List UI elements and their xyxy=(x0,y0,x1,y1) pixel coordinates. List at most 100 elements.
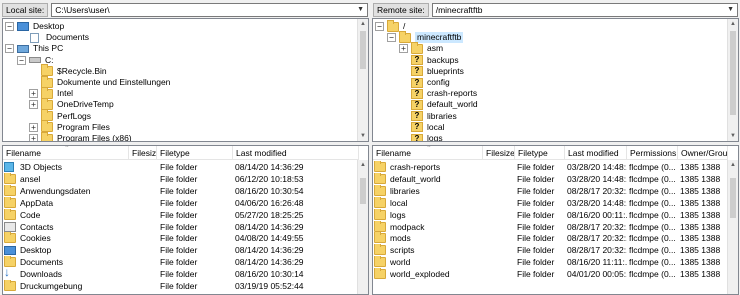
tree-item-label: Desktop xyxy=(33,21,65,31)
local-path-combobox[interactable]: C:\Users\user\ ▼ xyxy=(51,3,368,17)
perms-text: flcdmpe (0... xyxy=(629,257,676,268)
name-text: Desktop xyxy=(20,245,52,256)
local-col-filename[interactable]: ^ Filename xyxy=(3,146,129,160)
file-row[interactable]: logs File folder 08/16/20 00:11:... flcdmpe… xyxy=(373,208,728,221)
sort-up-icon: ^ xyxy=(65,146,69,151)
type-text: File folder xyxy=(160,197,198,208)
remote-col-filename[interactable]: ^ Filename xyxy=(373,146,483,160)
file-row[interactable]: Documents File folder 08/14/20 14:36:29 xyxy=(3,256,358,268)
tree-item[interactable]: Documents xyxy=(17,32,89,43)
owner-text: 1385 1388 xyxy=(680,257,721,268)
tree-item[interactable]: PerfLogs xyxy=(29,109,91,122)
file-row[interactable]: Cookies File folder 04/08/20 14:49:55 xyxy=(3,232,358,244)
tree-item[interactable]: ? crash-reports xyxy=(399,88,477,99)
chevron-down-icon[interactable]: ▼ xyxy=(357,4,364,16)
cell-type: File folder xyxy=(517,232,565,244)
chevron-down-icon[interactable]: ▼ xyxy=(727,4,734,16)
cell-type: File folder xyxy=(160,173,232,185)
expand-icon[interactable]: + xyxy=(399,44,408,54)
file-row[interactable]: mods File folder 08/28/17 20:32:... flcdmpe… xyxy=(373,232,728,244)
file-row[interactable]: ansel File folder 06/12/20 10:18:53 xyxy=(3,172,358,185)
file-row[interactable]: scripts File folder 08/28/17 20:32:... flcd… xyxy=(373,244,728,256)
scroll-up-icon[interactable]: ▲ xyxy=(358,19,368,29)
remote-col-last-modified[interactable]: Last modified xyxy=(565,146,627,160)
remote-col-filetype[interactable]: Filetype xyxy=(515,146,565,160)
remote-col-owner-group[interactable]: Owner/Group xyxy=(678,146,728,160)
collapse-icon[interactable]: − xyxy=(375,22,384,31)
local-col-filesize[interactable]: Filesize xyxy=(129,146,157,160)
collapse-icon[interactable]: − xyxy=(5,22,14,31)
tree-item[interactable]: + Program Files (x86) xyxy=(29,131,132,141)
cell-name: Contacts xyxy=(4,221,128,233)
file-row[interactable]: modpack File folder 08/28/17 20:32:... flcd… xyxy=(373,220,728,233)
remote-tree-scrollbar[interactable]: ▲ ▼ xyxy=(727,19,738,141)
local-tree-scrollbar[interactable]: ▲ ▼ xyxy=(357,19,368,141)
remote-list-scrollbar[interactable]: ▲ xyxy=(727,160,738,294)
cell-size xyxy=(483,221,513,233)
local-col-filetype[interactable]: Filetype xyxy=(157,146,233,160)
tree-item[interactable]: ? backups xyxy=(399,55,459,66)
remote-path-combobox[interactable]: /minecraftftb ▼ xyxy=(431,3,738,17)
scroll-down-icon[interactable]: ▼ xyxy=(358,131,368,141)
tree-item[interactable]: − C: xyxy=(17,55,54,66)
file-row[interactable]: Druckumgebung File folder 03/19/19 05:52:4… xyxy=(3,280,358,292)
type-text: File folder xyxy=(517,197,555,208)
file-row[interactable]: Code File folder 05/27/20 18:25:25 xyxy=(3,208,358,221)
tree-item[interactable]: ? config xyxy=(399,77,450,88)
tree-item[interactable]: − minecraftftb xyxy=(387,30,464,44)
local-file-list[interactable]: ^Filename Filesize Filetype Last modifie… xyxy=(2,145,369,295)
remote-col-filesize[interactable]: Filesize xyxy=(483,146,515,160)
tree-item[interactable]: Dokumente und Einstellungen xyxy=(29,75,170,88)
expand-icon[interactable]: + xyxy=(29,134,38,141)
sort-up-icon: ^ xyxy=(427,146,431,151)
scroll-down-icon[interactable]: ▼ xyxy=(728,131,738,141)
remote-directory-tree[interactable]: − / − minecraftftb + asm? backups? blueprints? c… xyxy=(372,18,739,142)
file-row[interactable]: Downloads File folder 08/16/20 10:30:14 xyxy=(3,268,358,280)
file-row[interactable]: libraries File folder 08/28/17 20:32:... fl… xyxy=(373,184,728,197)
tree-item[interactable]: − This PC xyxy=(5,43,63,54)
tree-item-label: This PC xyxy=(33,43,64,54)
tree-item[interactable]: ? logs xyxy=(399,133,443,141)
cell-owner: 1385 1388 xyxy=(680,232,728,244)
scroll-up-icon[interactable]: ▲ xyxy=(728,160,738,170)
expand-icon[interactable]: + xyxy=(29,89,38,99)
collapse-icon[interactable]: − xyxy=(387,33,396,43)
collapse-icon[interactable]: − xyxy=(5,44,14,54)
scrollbar-thumb[interactable] xyxy=(360,178,366,204)
scrollbar-thumb[interactable] xyxy=(360,31,366,69)
file-row[interactable]: Desktop File folder 08/14/20 14:36:29 xyxy=(3,244,358,256)
name-text: 3D Objects xyxy=(20,162,63,172)
scrollbar-thumb[interactable] xyxy=(730,178,736,218)
collapse-icon[interactable]: − xyxy=(17,55,26,65)
expand-icon[interactable]: + xyxy=(29,122,38,132)
scrollbar-thumb[interactable] xyxy=(730,31,736,115)
tree-item[interactable]: ? blueprints xyxy=(399,66,464,77)
perms-text: flcdmpe (0... xyxy=(629,233,676,244)
tree-item[interactable]: + asm xyxy=(399,41,443,54)
local-directory-tree[interactable]: − Desktop Documents − This PC − C: $Recycle.Bin… xyxy=(2,18,369,142)
file-row[interactable]: crash-reports File folder 03/28/20 14:48:.… xyxy=(373,161,728,173)
local-col-last-modified[interactable]: Last modified xyxy=(233,146,359,160)
tree-item[interactable]: ? default_world xyxy=(399,99,478,110)
file-row[interactable]: world File folder 08/16/20 11:11:... flcdmp… xyxy=(373,256,728,268)
scroll-up-icon[interactable]: ▲ xyxy=(728,19,738,29)
file-row[interactable]: default_world File folder 03/28/20 14:48:.… xyxy=(373,172,728,185)
type-text: File folder xyxy=(160,281,198,291)
tree-item[interactable]: − Desktop xyxy=(5,21,64,32)
remote-col-permissions[interactable]: Permissions xyxy=(627,146,678,160)
tree-item[interactable]: ? local xyxy=(399,122,444,133)
tree-item[interactable]: + Intel xyxy=(29,86,73,99)
expand-icon[interactable]: + xyxy=(29,100,38,110)
scroll-up-icon[interactable]: ▲ xyxy=(358,160,368,170)
remote-file-list[interactable]: ^ Filename Filesize Filetype Last modifie… xyxy=(372,145,739,295)
modified-text: 08/16/20 10:30:14 xyxy=(235,269,304,280)
file-row[interactable]: Anwendungsdaten File folder 08/16/20 10:30… xyxy=(3,184,358,197)
file-row[interactable]: local File folder 03/28/20 14:48:... flcdmp… xyxy=(373,196,728,209)
cell-modified: 08/16/20 10:30:14 xyxy=(235,268,357,280)
file-row[interactable]: Contacts File folder 08/14/20 14:36:29 xyxy=(3,221,358,233)
file-row[interactable]: world_exploded File folder 04/01/20 00:05:… xyxy=(373,268,728,280)
file-row[interactable]: 3D Objects File folder 08/14/20 14:36:29 xyxy=(3,161,358,173)
local-list-scrollbar[interactable]: ▲ xyxy=(357,160,368,294)
tree-item[interactable]: ? libraries xyxy=(399,111,457,122)
file-row[interactable]: AppData File folder 04/06/20 16:26:48 xyxy=(3,196,358,209)
